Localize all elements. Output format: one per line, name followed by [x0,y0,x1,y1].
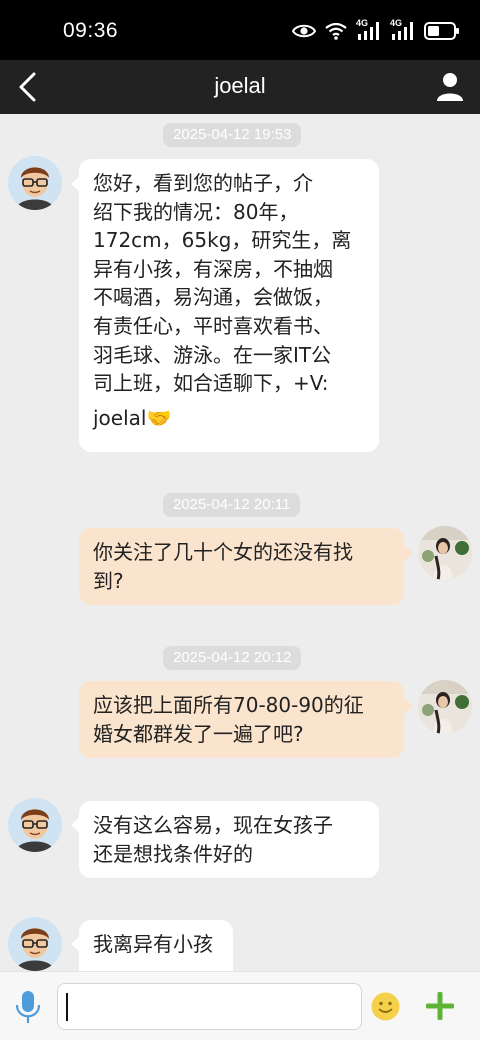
eye-icon [292,24,316,38]
message-line: 您好，看到您的帖子，介 [93,171,313,195]
message-line: 不喝酒，易沟通，会做饭， [93,285,333,310]
signal-bars-icon [358,22,379,40]
input-bar [0,971,480,1040]
portrait-photo-icon [418,680,472,734]
message-line: 你关注了几十个女的还没有找 [93,540,353,564]
chat-area[interactable]: 2025-04-12 19:53 您好，看到您的帖子，介 绍下我的情况：80年，… [0,114,480,971]
plus-icon[interactable] [424,990,456,1022]
status-bar: 09:36 4G 4G [0,0,480,60]
message-bubble[interactable]: 应该把上面所有70-80-90的征 婚女都群发了一遍了吧? [79,681,404,758]
cartoon-face-icon [8,917,62,971]
profile-icon[interactable] [434,71,466,103]
chat-title: joelal [214,73,266,98]
message-line: 羽毛球、游泳。在一家IT公 [93,342,332,367]
cartoon-face-icon [8,798,62,852]
cartoon-face-icon [8,156,62,210]
contact-avatar[interactable] [8,917,62,971]
message-line: 有责任心，平时喜欢看书、 [93,313,333,338]
wifi-icon [325,22,347,40]
message-line: 异有小孩，有深房，不抽烟 [93,256,333,281]
battery-icon [424,22,459,40]
my-avatar[interactable] [418,680,472,734]
signal-bars-icon [392,22,413,40]
message-bubble[interactable]: 我离异有小孩 [79,920,233,971]
message-line: 还是想找条件好的 [93,841,253,866]
message-input[interactable] [57,983,362,1030]
message-bubble[interactable]: 您好，看到您的帖子，介 绍下我的情况：80年， 172cm，65kg，研究生，离… [79,159,379,452]
message-timestamp: 2025-04-12 20:12 [163,646,302,670]
microphone-icon[interactable] [14,990,42,1024]
message-line: 司上班，如合适聊下，+V: [93,371,329,396]
cellular-signal-2: 4G [390,18,416,42]
cellular-signal-1: 4G [356,18,382,42]
status-time: 09:36 [63,19,119,42]
contact-avatar[interactable] [8,156,62,210]
message-line: joelal🤝 [93,405,172,430]
message-line: 绍下我的情况：80年， [93,199,299,224]
contact-avatar[interactable] [8,798,62,852]
bubble-tail [404,698,413,714]
message-line: 我离异有小孩 [93,932,213,956]
my-avatar[interactable] [418,526,472,580]
message-bubble[interactable]: 你关注了几十个女的还没有找 到? [79,528,404,605]
smiley-icon[interactable] [370,991,401,1022]
message-timestamp: 2025-04-12 20:11 [163,493,301,517]
bubble-tail [404,545,413,561]
message-timestamp: 2025-04-12 19:53 [163,123,302,147]
portrait-photo-icon [418,526,472,580]
message-bubble[interactable]: 没有这么容易，现在女孩子 还是想找条件好的 [79,801,379,878]
message-line: 应该把上面所有70-80-90的征 [93,693,364,717]
status-icons: 4G 4G [292,18,460,44]
nav-bar: joelal [0,60,480,114]
message-line: 没有这么容易，现在女孩子 [93,813,333,837]
message-line: 到? [93,568,124,593]
message-line: 172cm，65kg，研究生，离 [93,228,352,253]
message-line: 婚女都群发了一遍了吧? [93,721,304,746]
text-caret [66,993,68,1021]
